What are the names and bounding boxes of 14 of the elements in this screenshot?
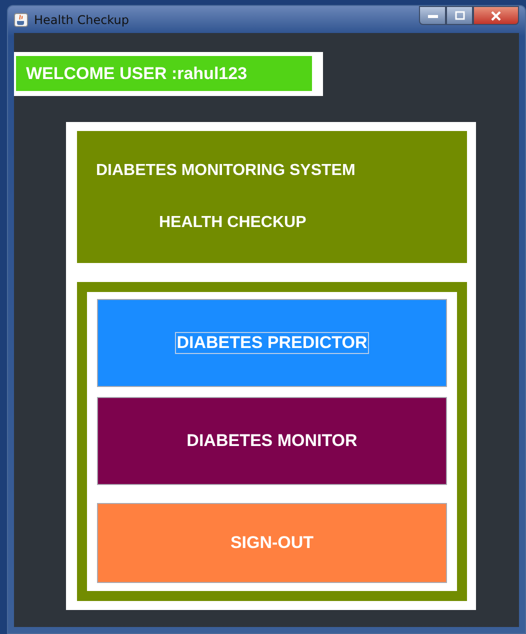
menu-button[interactable]: SIGN-OUT: [97, 503, 447, 583]
menu-button[interactable]: DIABETES PREDICTOR: [97, 299, 447, 387]
menu-button[interactable]: DIABETES MONITOR: [97, 397, 447, 485]
system-title: DIABETES MONITORING SYSTEM: [95, 162, 356, 180]
window-title: Health Checkup: [34, 12, 129, 26]
maximize-icon: [454, 10, 466, 20]
welcome-label: WELCOME USER :rahul123: [16, 56, 312, 91]
system-subtitle: HEALTH CHECKUP: [158, 214, 308, 232]
minimize-icon: [426, 12, 438, 18]
close-button[interactable]: [473, 6, 519, 25]
close-icon: [490, 10, 502, 20]
minimize-button[interactable]: [419, 6, 446, 25]
cup-icon: [14, 12, 28, 26]
maximize-button[interactable]: [446, 6, 473, 25]
